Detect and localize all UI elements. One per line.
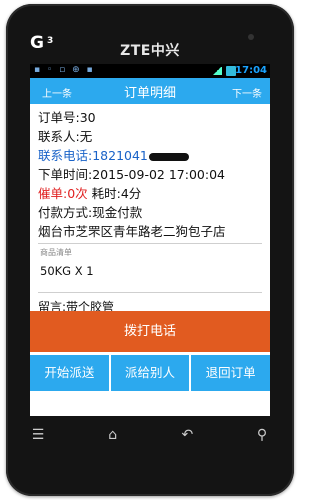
action-bar: 开始派送 派给别人 退回订单 <box>30 355 270 391</box>
contact-phone-value: 1821041 <box>92 148 148 163</box>
goods-item: 50KG X 1 <box>40 264 94 278</box>
divider <box>38 243 262 244</box>
reassign-button[interactable]: 派给别人 <box>111 355 192 391</box>
hardware-nav-keys: ☰ ⌂ ↶ ⚲ <box>26 427 274 451</box>
next-order-button[interactable]: 下一条 <box>232 85 262 100</box>
signal-icon <box>212 67 222 75</box>
goods-list-header: 商品清单 <box>40 248 72 257</box>
menu-icon[interactable]: ☰ <box>26 427 50 451</box>
contact-phone[interactable]: 联系电话:1821041 <box>38 146 262 165</box>
order-details: 订单号:30 联系人:无 联系电话:1821041 下单时间:2015-09-0… <box>30 104 270 314</box>
notification-icons: ▪ ◦ ▫ ⊕ ▪ <box>34 65 95 75</box>
back-icon[interactable]: ↶ <box>175 427 199 451</box>
phone-top-bezel: G3 ZTE中兴 <box>6 4 294 62</box>
delivery-address: 烟台市芝罘区青年路老二狗包子店 <box>38 224 226 239</box>
screen-bottom-blank <box>30 391 270 416</box>
elapsed-time: 耗时:4分 <box>87 186 142 201</box>
contact-phone-label: 联系电话: <box>38 148 93 163</box>
app-screen: ▪ ◦ ▫ ⊕ ▪ 17:04 上一条 订单明细 下一条 订单号:30 联系人:… <box>30 64 270 416</box>
status-time: 17:04 <box>235 65 267 76</box>
order-number: 订单号:30 <box>38 110 96 125</box>
search-icon[interactable]: ⚲ <box>250 427 274 451</box>
call-button[interactable]: 拨打电话 <box>30 311 270 352</box>
status-bar: ▪ ◦ ▫ ⊕ ▪ 17:04 <box>30 64 270 78</box>
start-delivery-button[interactable]: 开始派送 <box>30 355 111 391</box>
contact-person: 联系人:无 <box>38 129 93 144</box>
home-icon[interactable]: ⌂ <box>101 427 125 451</box>
order-time: 下单时间:2015-09-02 17:00:04 <box>38 167 225 182</box>
reminder-count: 0次 <box>67 186 88 201</box>
divider <box>38 292 262 293</box>
reminder-label: 催单: <box>38 186 68 201</box>
reminder-row: 催单:0次 耗时:4分 <box>38 184 262 203</box>
payment-method: 付款方式:现金付款 <box>38 205 143 220</box>
title-bar: 上一条 订单明细 下一条 <box>30 78 270 104</box>
device-brand: ZTE中兴 <box>120 43 180 59</box>
redaction-mark <box>148 152 189 161</box>
front-camera <box>248 34 254 40</box>
return-order-button[interactable]: 退回订单 <box>191 355 270 391</box>
